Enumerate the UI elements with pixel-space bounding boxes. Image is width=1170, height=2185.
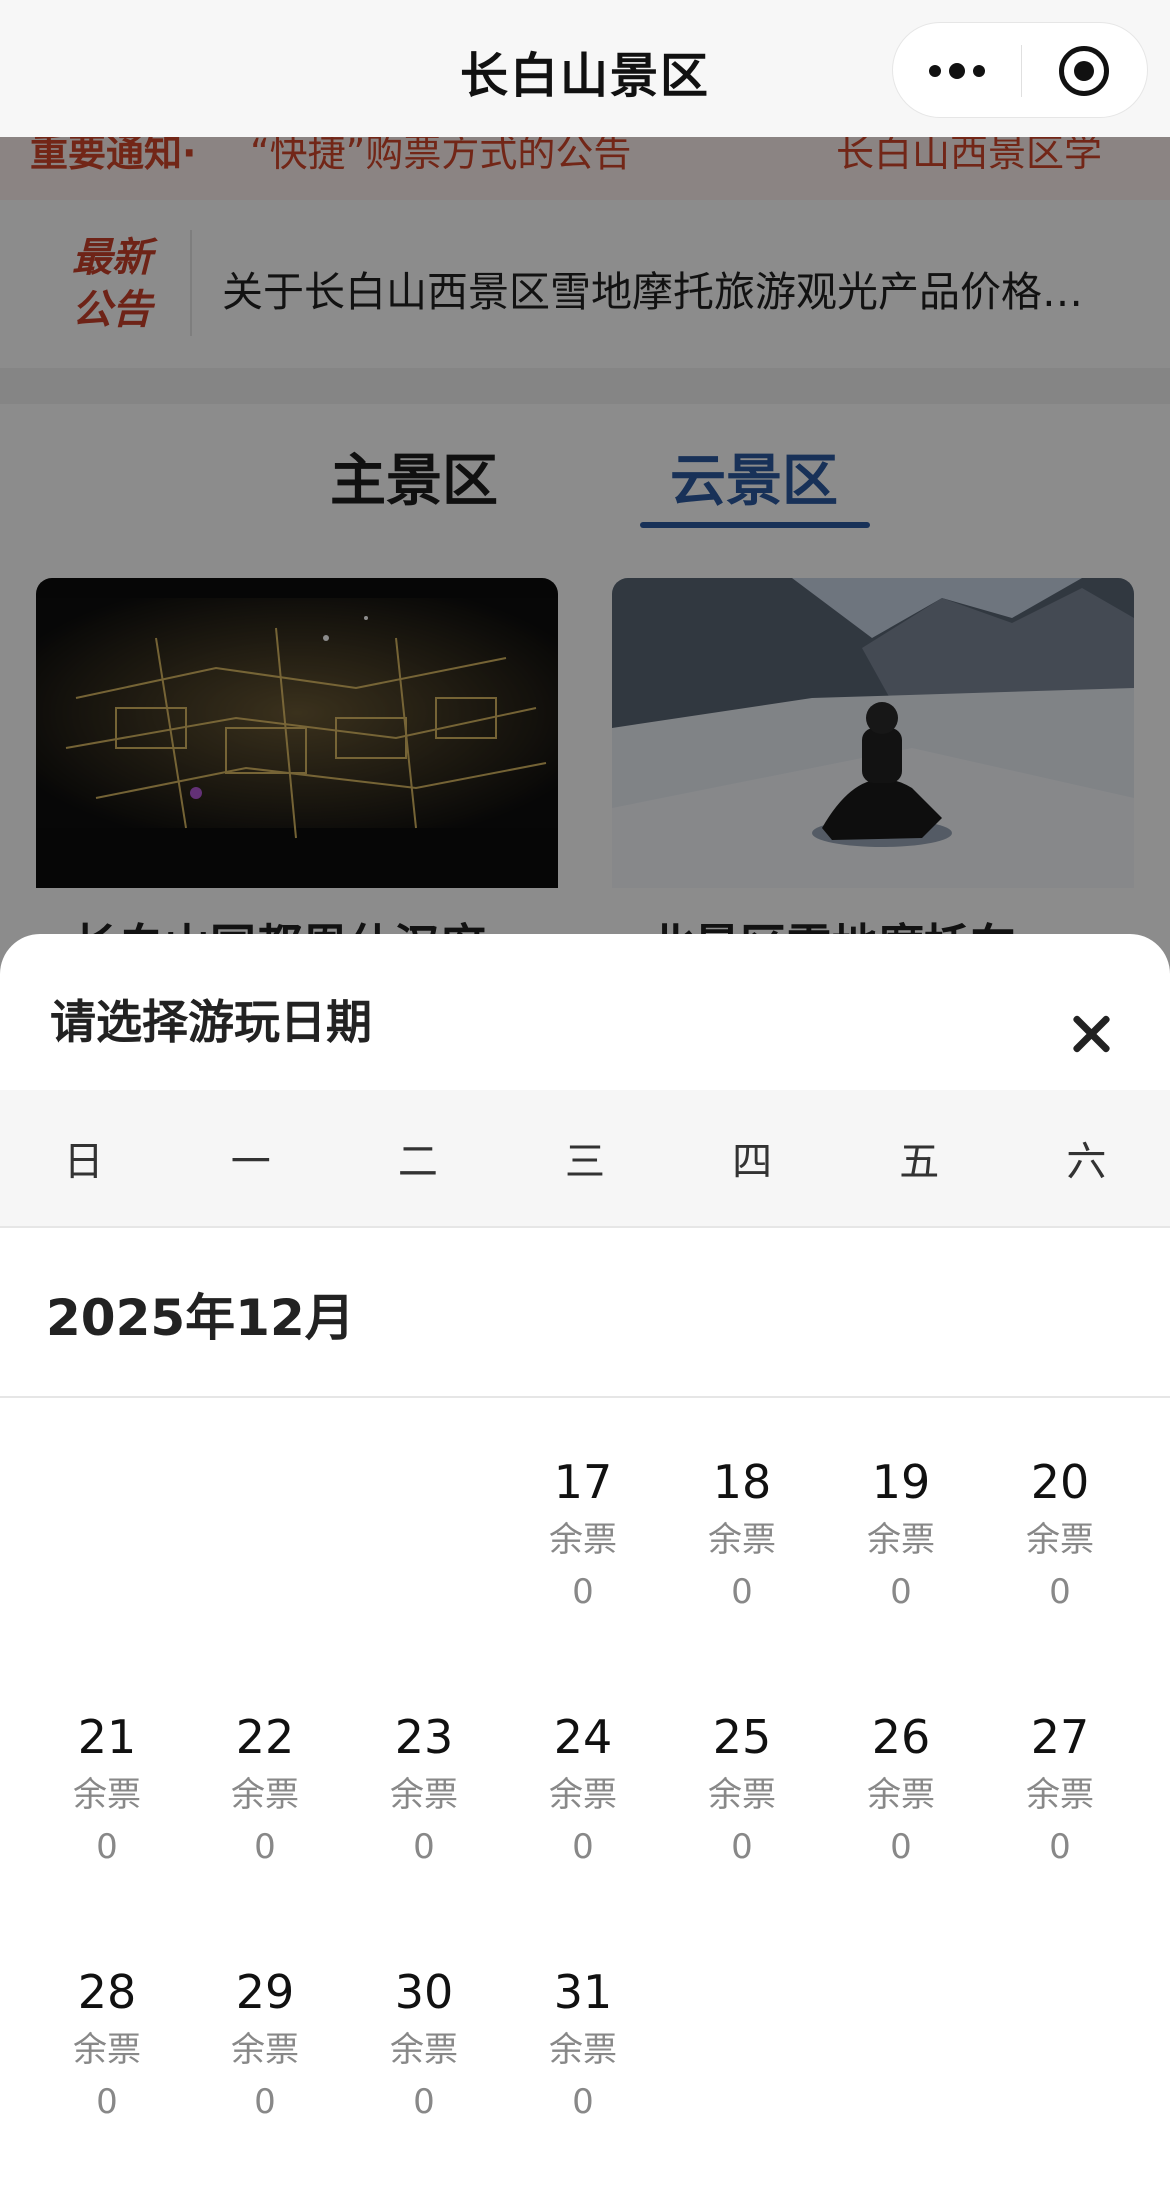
calendar-day[interactable]: 30 余票 0 xyxy=(349,1934,499,2154)
mini-program-capsule xyxy=(892,22,1148,118)
calendar-day[interactable]: 29 余票 0 xyxy=(190,1934,340,2154)
calendar-day[interactable]: 21 余票 0 xyxy=(32,1679,182,1899)
weekday-mon: 一 xyxy=(230,1139,271,1185)
calendar-day[interactable]: 31 余票 0 xyxy=(508,1934,658,2154)
weekday-sun: 日 xyxy=(63,1139,104,1185)
capsule-divider xyxy=(1021,45,1022,97)
month-divider xyxy=(0,1396,1170,1398)
calendar-day[interactable]: 18 余票 0 xyxy=(667,1424,817,1644)
date-picker-sheet: 请选择游玩日期 日 一 二 三 四 五 六 2025年12月 17 余票 0 1… xyxy=(0,934,1170,2185)
close-icon[interactable] xyxy=(1062,1004,1122,1064)
close-mini-program-icon[interactable] xyxy=(1059,46,1109,96)
calendar-day[interactable]: 23 余票 0 xyxy=(349,1679,499,1899)
weekday-tue: 二 xyxy=(397,1139,438,1185)
sheet-title: 请选择游玩日期 xyxy=(50,995,372,1049)
calendar-day[interactable]: 25 余票 0 xyxy=(667,1679,817,1899)
calendar-day[interactable]: 24 余票 0 xyxy=(508,1679,658,1899)
weekday-wed: 三 xyxy=(564,1139,605,1185)
calendar-day[interactable]: 26 余票 0 xyxy=(826,1679,976,1899)
calendar-day[interactable]: 27 余票 0 xyxy=(985,1679,1135,1899)
calendar-day[interactable]: 20 余票 0 xyxy=(985,1424,1135,1644)
calendar-day[interactable]: 28 余票 0 xyxy=(32,1934,182,2154)
calendar-day[interactable]: 17 余票 0 xyxy=(508,1424,658,1644)
calendar-day[interactable]: 22 余票 0 xyxy=(190,1679,340,1899)
weekday-fri: 五 xyxy=(899,1139,940,1185)
top-navigation-bar: 长白山景区 xyxy=(0,0,1170,137)
weekday-thu: 四 xyxy=(732,1139,773,1185)
more-icon[interactable] xyxy=(893,23,1021,119)
weekday-sat: 六 xyxy=(1066,1139,1107,1185)
weekday-header: 日 一 二 三 四 五 六 xyxy=(0,1090,1170,1228)
month-label: 2025年12月 xyxy=(46,1289,355,1347)
calendar-day[interactable]: 19 余票 0 xyxy=(826,1424,976,1644)
